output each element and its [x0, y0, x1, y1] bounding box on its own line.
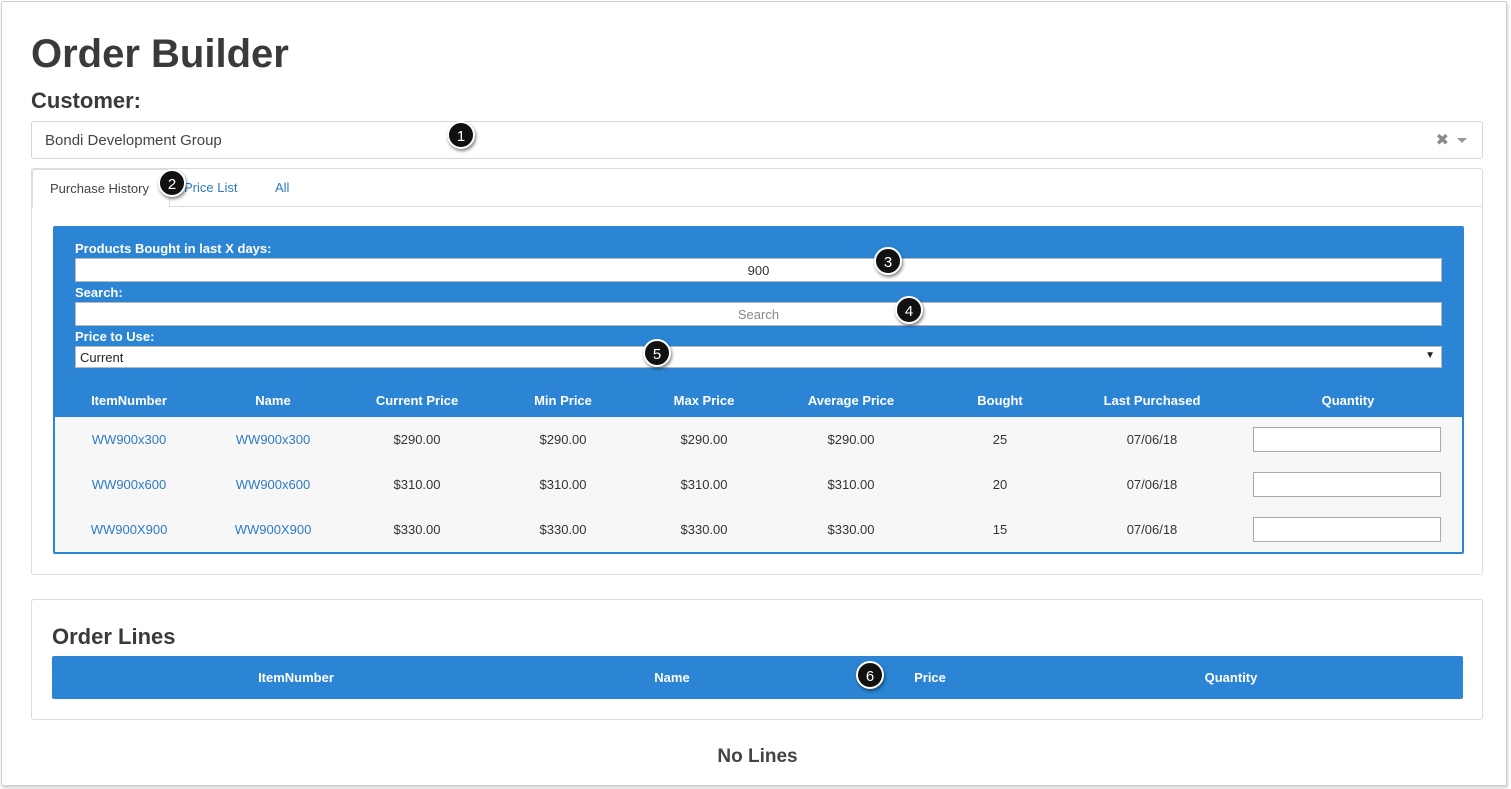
app-window: Order Builder Customer: Bondi Developmen… — [1, 1, 1507, 786]
callout-badge: 4 — [895, 296, 923, 324]
customer-label: Customer: — [31, 88, 142, 113]
column-header[interactable]: ItemNumber — [69, 393, 189, 408]
products-table-body: WW900x300 WW900x300 $290.00 $290.00 $290… — [55, 417, 1462, 552]
products-table-header: ItemNumber Name Current Price Min Price … — [55, 383, 1462, 417]
customer-value: Bondi Development Group — [45, 132, 222, 149]
last-purchased: 07/06/18 — [1126, 432, 1178, 447]
current-price: $290.00 — [393, 432, 441, 447]
column-header[interactable]: Quantity — [1171, 670, 1291, 685]
product-tab-panel: Purchase History Price List All Products… — [31, 168, 1483, 575]
max-price: $310.00 — [680, 477, 728, 492]
purchase-history-filters: Products Bought in last X days: Search: … — [53, 226, 1464, 554]
column-header[interactable]: Last Purchased — [1082, 393, 1222, 408]
column-header[interactable]: Price — [870, 670, 990, 685]
column-header[interactable]: Max Price — [644, 393, 764, 408]
tab-bar: Purchase History Price List All — [32, 169, 1482, 208]
days-label: Products Bought in last X days: — [75, 241, 272, 256]
tab-all[interactable]: All — [275, 169, 289, 207]
chevron-down-icon[interactable] — [1457, 138, 1467, 143]
column-header[interactable]: Bought — [940, 393, 1060, 408]
tab-purchase-history[interactable]: Purchase History — [32, 169, 170, 208]
bought-count: 20 — [992, 477, 1008, 492]
current-price: $310.00 — [393, 477, 441, 492]
item-number-link[interactable]: WW900x600 — [69, 477, 189, 492]
item-number-link[interactable]: WW900X900 — [69, 522, 189, 537]
page-title: Order Builder — [31, 32, 289, 76]
min-price: $290.00 — [539, 432, 587, 447]
average-price: $290.00 — [827, 432, 875, 447]
min-price: $310.00 — [539, 477, 587, 492]
customer-select[interactable]: Bondi Development Group ✖ — [31, 121, 1483, 159]
order-lines-panel: Order Lines ItemNumber Name Price Quanti… — [31, 599, 1483, 720]
last-purchased: 07/06/18 — [1126, 522, 1178, 537]
search-input[interactable] — [75, 302, 1442, 326]
last-purchased: 07/06/18 — [1126, 477, 1178, 492]
item-name-link[interactable]: WW900X900 — [213, 522, 333, 537]
item-name-link[interactable]: WW900x300 — [213, 432, 333, 447]
callout-badge: 3 — [874, 247, 902, 275]
chevron-down-icon: ▼ — [1425, 350, 1435, 361]
callout-badge: 6 — [856, 661, 884, 689]
tab-price-list[interactable]: Price List — [184, 169, 237, 207]
table-row: WW900X900 WW900X900 $330.00 $330.00 $330… — [55, 507, 1462, 552]
column-header[interactable]: Name — [612, 670, 732, 685]
callout-badge: 1 — [447, 121, 475, 149]
current-price: $330.00 — [393, 522, 441, 537]
callout-badge: 2 — [158, 169, 186, 197]
quantity-input[interactable] — [1253, 472, 1441, 497]
column-header[interactable]: Name — [213, 393, 333, 408]
quantity-input[interactable] — [1253, 517, 1441, 542]
bought-count: 25 — [992, 432, 1008, 447]
column-header[interactable]: Current Price — [357, 393, 477, 408]
order-lines-header: ItemNumber Name Price Quantity — [52, 656, 1463, 699]
column-header[interactable]: Average Price — [791, 393, 911, 408]
item-name-link[interactable]: WW900x600 — [213, 477, 333, 492]
min-price: $330.00 — [539, 522, 587, 537]
price-to-use-select[interactable]: Current ▼ — [75, 346, 1442, 368]
average-price: $330.00 — [827, 522, 875, 537]
days-input[interactable] — [75, 258, 1442, 282]
column-header[interactable]: ItemNumber — [236, 670, 356, 685]
column-header[interactable]: Min Price — [503, 393, 623, 408]
average-price: $310.00 — [827, 477, 875, 492]
price-to-use-value: Current — [80, 350, 124, 365]
table-row: WW900x300 WW900x300 $290.00 $290.00 $290… — [55, 417, 1462, 462]
callout-badge: 5 — [643, 339, 671, 367]
table-row: WW900x600 WW900x600 $310.00 $310.00 $310… — [55, 462, 1462, 507]
price-to-use-label: Price to Use: — [75, 329, 155, 344]
empty-order-message: No Lines — [717, 746, 798, 767]
quantity-input[interactable] — [1253, 427, 1441, 452]
search-label: Search: — [75, 285, 123, 300]
clear-icon[interactable]: ✖ — [1436, 130, 1449, 150]
max-price: $330.00 — [680, 522, 728, 537]
order-lines-title: Order Lines — [52, 624, 176, 649]
column-header[interactable]: Quantity — [1288, 393, 1408, 408]
item-number-link[interactable]: WW900x300 — [69, 432, 189, 447]
bought-count: 15 — [992, 522, 1008, 537]
max-price: $290.00 — [680, 432, 728, 447]
